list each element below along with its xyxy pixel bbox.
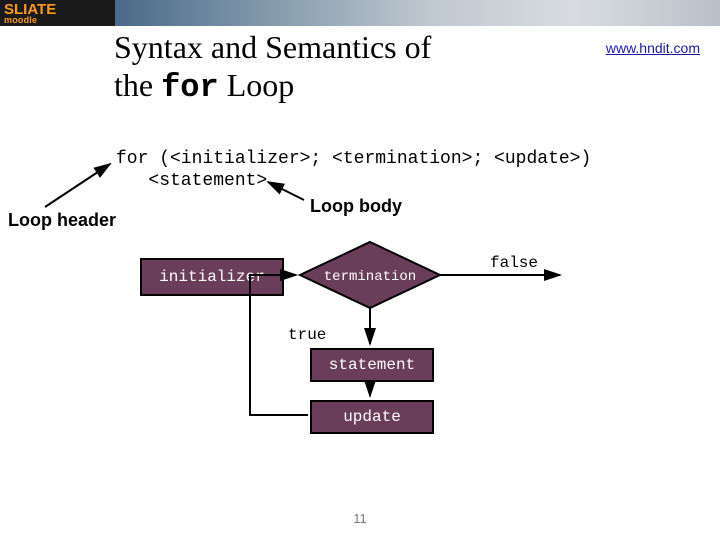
false-label: false: [490, 254, 538, 272]
update-node: update: [310, 400, 434, 434]
initializer-node: initializer: [140, 258, 284, 296]
header-strip: SLIATE moodle: [0, 0, 720, 26]
arrow-update-loopback: [250, 275, 308, 415]
slide-title: Syntax and Semantics of the for Loop: [114, 28, 431, 107]
arrow-header-to-for: [45, 164, 110, 207]
page-number: 11: [353, 511, 367, 526]
termination-node: [300, 242, 440, 308]
loop-header-label: Loop header: [8, 210, 116, 231]
title-keyword: for: [161, 69, 219, 106]
title-line2b: Loop: [219, 67, 295, 103]
brand-sub: moodle: [4, 15, 37, 25]
title-line2a: the: [114, 67, 161, 103]
syntax-line1: for (<initializer>; <termination>; <upda…: [116, 149, 591, 169]
termination-text: termination: [324, 269, 416, 285]
syntax-line2: <statement>: [116, 171, 267, 191]
syntax-block: for (<initializer>; <termination>; <upda…: [116, 148, 591, 192]
title-line1: Syntax and Semantics of: [114, 29, 431, 65]
statement-node: statement: [310, 348, 434, 382]
true-label: true: [288, 326, 326, 344]
loop-body-label: Loop body: [310, 196, 402, 217]
site-link[interactable]: www.hndit.com: [606, 40, 700, 56]
